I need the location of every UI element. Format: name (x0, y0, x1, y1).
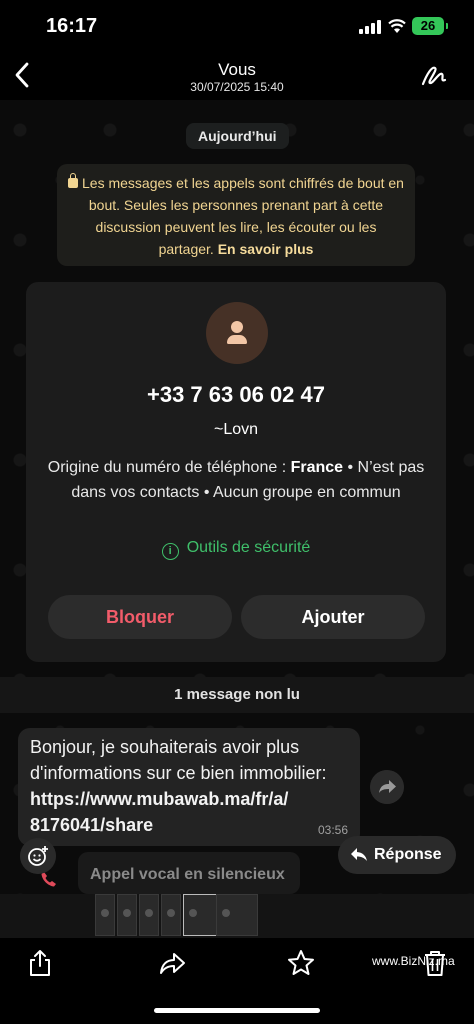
encryption-notice[interactable]: Les messages et les appels sont chiffrés… (57, 164, 415, 266)
origin-prefix: Origine du numéro de téléphone : (47, 459, 291, 476)
message-bubble[interactable]: Bonjour, je souhaiterais avoir plus d'in… (18, 728, 360, 846)
forward-arrow-icon[interactable] (157, 948, 187, 978)
contact-card: +33 7 63 06 02 47 ~Lovn Origine du numér… (26, 282, 446, 662)
thumbnail[interactable] (95, 894, 115, 936)
bottom-toolbar: www.BizNiz.ma (0, 938, 474, 1024)
message-text: Bonjour, je souhaiterais avoir plus d'in… (30, 737, 327, 783)
star-icon[interactable] (286, 948, 316, 978)
reply-arrow-icon (351, 848, 367, 861)
thumbnail[interactable] (161, 894, 181, 936)
reply-button[interactable]: Réponse (338, 836, 456, 874)
message-link[interactable]: https://www.mubawab.ma/fr/a/8176041/shar… (30, 789, 288, 835)
date-chip: Aujourd’hui (186, 123, 289, 149)
chat-subtitle: 30/07/2025 15:40 (190, 80, 284, 94)
lock-icon (68, 173, 79, 188)
watermark: www.BizNiz.ma (372, 954, 455, 968)
person-icon (231, 321, 243, 333)
markup-pen-icon[interactable] (420, 62, 448, 90)
security-label: Outils de sécurité (186, 539, 311, 556)
origin-country: France (290, 459, 344, 476)
info-icon: i (161, 543, 179, 560)
status-bar: 16:17 26 (0, 0, 474, 54)
add-reaction-icon[interactable] (20, 838, 56, 874)
thumbnail[interactable] (139, 894, 159, 936)
learn-more-link[interactable]: En savoir plus (218, 241, 314, 257)
battery-icon: 26 (412, 17, 448, 35)
share-icon[interactable] (25, 948, 55, 978)
forward-icon[interactable] (370, 770, 404, 804)
chat-title[interactable]: Vous (0, 60, 474, 80)
message-time: 03:56 (317, 823, 348, 837)
contact-pushname: ~Lovn (213, 421, 259, 438)
media-thumbnail-strip[interactable] (0, 894, 474, 938)
avatar (206, 302, 268, 364)
chat-header: Vous 30/07/2025 15:40 (0, 54, 474, 100)
home-indicator[interactable] (154, 1008, 320, 1013)
silenced-call-bubble[interactable]: Appel vocal en silencieux (78, 852, 300, 894)
thumbnail[interactable] (117, 894, 137, 936)
security-tools-link[interactable]: i Outils de sécurité (26, 539, 446, 560)
thumbnail[interactable] (216, 894, 258, 936)
contact-origin: Origine du numéro de téléphone : France … (46, 455, 426, 505)
wifi-icon (388, 19, 406, 33)
add-contact-button[interactable]: Ajouter (241, 595, 425, 639)
reply-label: Réponse (374, 846, 442, 863)
contact-phone: +33 7 63 06 02 47 (147, 382, 325, 407)
status-time: 16:17 (46, 15, 98, 37)
chat-area: Aujourd’hui Les messages et les appels s… (0, 100, 474, 894)
block-button[interactable]: Bloquer (48, 595, 232, 639)
unread-divider: 1 message non lu (0, 677, 474, 713)
cellular-signal-icon (359, 20, 381, 34)
